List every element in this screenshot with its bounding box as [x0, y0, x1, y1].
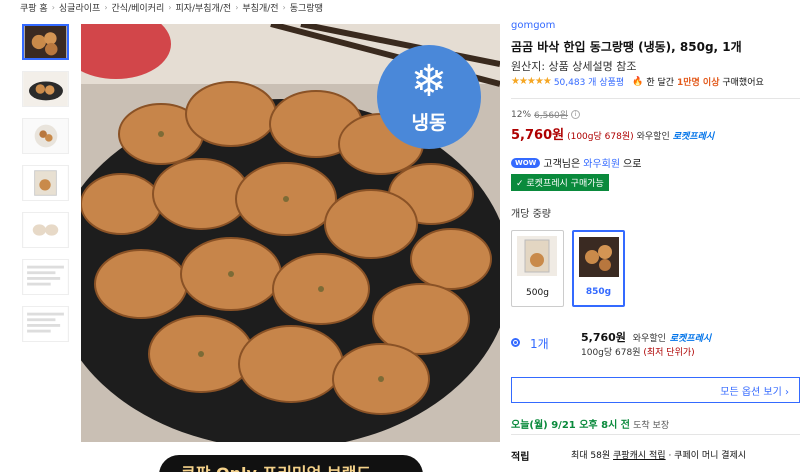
points-text-after: · 쿠페이 머니 결제시: [668, 451, 747, 461]
unit-price: (100g당 678원): [567, 132, 634, 142]
thumbnail-2[interactable]: [22, 71, 69, 107]
delivery-guarantee: 도착 보장: [633, 421, 670, 431]
wow-member-row: WOW 고객님은 와우회원 으로: [511, 155, 800, 170]
purchase-highlight: 1만명 이상: [676, 78, 720, 88]
chevron-right-icon: ›: [104, 2, 108, 12]
rocket-fresh-available-tag: ✓ 로켓프레시 구매가능: [511, 174, 609, 191]
lowest-unit-label: (최저 단위가): [643, 348, 695, 358]
thumbnail-3[interactable]: [22, 118, 69, 154]
thumbnail-7[interactable]: [22, 306, 69, 342]
points-key: 적립: [511, 452, 530, 463]
original-price: 6,560원: [534, 111, 569, 121]
option-label: 개당 중량: [511, 209, 551, 220]
breadcrumb-item[interactable]: 간식/베이커리: [112, 1, 165, 14]
rocket-fresh-badge: 로켓프레시: [672, 132, 715, 142]
discount-rate: 12%: [511, 109, 532, 120]
thumbnail-6[interactable]: [22, 259, 69, 295]
selected-unit-price: 100g당 678원: [581, 348, 641, 358]
breadcrumb-item[interactable]: 피자/부침개/전: [175, 1, 231, 14]
wow-badge: WOW: [511, 157, 541, 168]
breadcrumb-item[interactable]: 싱글라이프: [59, 1, 100, 14]
price-row: 5,760원 (100g당 678원) 와우할인 로켓프레시: [511, 124, 800, 143]
divider: [511, 434, 800, 435]
frozen-badge-label: 냉동: [411, 111, 447, 134]
frozen-badge: ❄ 냉동: [377, 45, 481, 149]
divider: [511, 98, 800, 99]
thumbnail-5[interactable]: [22, 212, 69, 248]
promo-banner[interactable]: 쿠팡 Only 프리미엄 브랜드: [159, 455, 423, 472]
option-label-850g: 850g: [585, 287, 612, 297]
rating-row: ★★★★★ 50,483 개 상품평 🔥 한 달간 1만명 이상 구매했어요: [511, 75, 800, 88]
breadcrumb-item[interactable]: 부침개/전: [242, 1, 278, 14]
delivery-date: 오늘(월) 9/21 오후 8시 전: [511, 420, 630, 431]
option-thumbnail: [517, 236, 557, 276]
product-info-panel: gomgom 곰곰 바삭 한입 동그랑땡 (냉동), 850g, 1개 원산지:…: [511, 20, 800, 463]
selected-price-line: 5,760원 와우할인 로켓프레시: [581, 329, 711, 345]
wow-member-link[interactable]: 와우회원: [583, 155, 620, 170]
selected-unit-line: 100g당 678원 (최저 단위가): [581, 345, 695, 358]
selected-qty: 1개: [530, 337, 549, 351]
sale-price: 5,760원: [511, 128, 565, 143]
breadcrumb-item[interactable]: 쿠팡 홈: [20, 1, 48, 14]
wow-text-before: 고객님은: [543, 159, 581, 170]
option-label-500g: 500g: [526, 288, 549, 298]
breadcrumb: 쿠팡 홈 › 싱글라이프 › 간식/베이커리 › 피자/부침개/전 › 부침개/…: [20, 0, 323, 14]
weight-options: 500g 850g: [511, 230, 800, 307]
option-thumbnail: [579, 237, 619, 277]
thumbnail-1[interactable]: [22, 24, 69, 60]
option-500g[interactable]: 500g: [511, 230, 564, 307]
coupang-cash-link[interactable]: 쿠팡캐시 적립: [613, 448, 666, 463]
purchase-prefix: 한 달간: [646, 78, 675, 88]
purchase-suffix: 구매했어요: [722, 78, 764, 88]
brand-link[interactable]: gomgom: [511, 20, 800, 34]
wow-discount-label: 와우할인: [636, 132, 670, 142]
info-icon[interactable]: i: [571, 110, 581, 119]
star-rating-icon: ★★★★★: [511, 76, 552, 87]
purchase-count: 한 달간 1만명 이상 구매했어요: [646, 75, 763, 88]
chevron-right-icon: ›: [51, 2, 55, 12]
option-850g[interactable]: 850g: [572, 230, 625, 307]
product-title: 곰곰 바삭 한입 동그랑땡 (냉동), 850g, 1개: [511, 40, 742, 54]
selected-wow-discount: 와우할인: [632, 334, 666, 344]
points-text-before: 최대 58원: [571, 451, 611, 461]
delivery-info: 오늘(월) 9/21 오후 8시 전 도착 보장: [511, 416, 669, 431]
thumbnail-4[interactable]: [22, 165, 69, 201]
points-row: 적립 최대 58원 쿠팡캐시 적립 · 쿠페이 머니 결제시: [511, 448, 800, 463]
origin-text: 원산지: 상품 상세설명 참조: [511, 60, 637, 73]
review-count-link[interactable]: 50,483 개 상품평: [554, 75, 624, 88]
radio-selected-icon[interactable]: [511, 338, 520, 347]
breadcrumb-item[interactable]: 동그랑땡: [290, 1, 323, 14]
main-product-image[interactable]: ❄ 냉동: [81, 24, 500, 442]
selected-price: 5,760원: [581, 331, 626, 344]
fire-icon: 🔥: [632, 76, 644, 87]
chevron-right-icon: ›: [282, 2, 286, 12]
snowflake-icon: ❄: [410, 55, 448, 107]
discount-row: 12% 6,560원 i: [511, 108, 800, 121]
wow-text-after: 으로: [623, 159, 642, 170]
selected-rocket-badge: 로켓프레시: [669, 334, 712, 344]
selected-option-row[interactable]: 1개 5,760원 와우할인 로켓프레시 100g당 678원 (최저 단위가): [511, 329, 800, 369]
chevron-right-icon: ›: [235, 2, 239, 12]
promo-banner-text: 쿠팡 Only 프리미엄 브랜드: [181, 464, 371, 472]
all-options-button[interactable]: 모든 옵션 보기 ›: [511, 377, 800, 403]
thumbnail-list: [22, 24, 70, 353]
chevron-right-icon: ›: [168, 2, 172, 12]
